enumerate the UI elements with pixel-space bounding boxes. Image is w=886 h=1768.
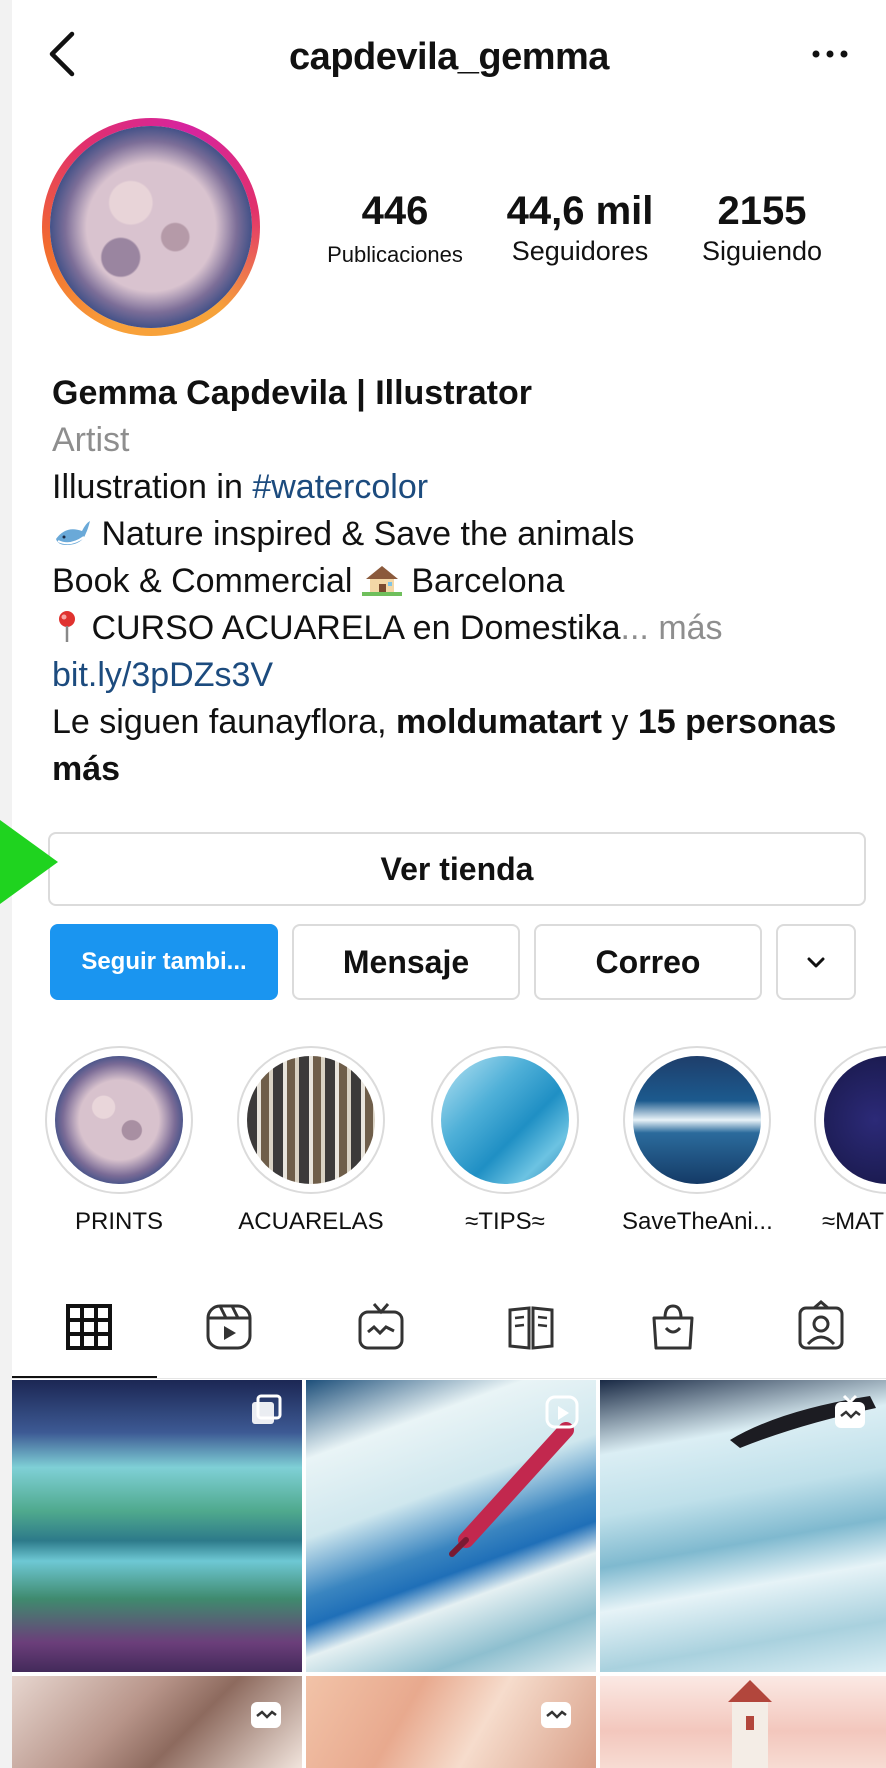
- hashtag-watercolor[interactable]: #watercolor: [252, 468, 428, 506]
- followed-by[interactable]: Le siguen faunayflora, moldumatart y 15 …: [52, 699, 872, 793]
- bio-line-3: Book & Commercial Barcelona: [52, 562, 565, 600]
- view-shop-button[interactable]: Ver tienda: [48, 832, 866, 906]
- shop-icon[interactable]: [646, 1300, 700, 1354]
- house-emoji-icon: [361, 566, 402, 596]
- highlight-savetheanimals-cover: [633, 1056, 761, 1184]
- suggested-accounts-button[interactable]: [776, 924, 856, 1000]
- following-label: Siguiendo: [701, 236, 823, 266]
- carousel-icon: [252, 1394, 282, 1424]
- stat-followers[interactable]: 44,6 mil Seguidores: [490, 188, 670, 267]
- highlight-label: SaveTheAni...: [622, 1208, 773, 1235]
- highlight-tips-cover: [441, 1056, 569, 1184]
- reels-icon[interactable]: [202, 1300, 256, 1354]
- highlight-materiales[interactable]: ≈MAT: [814, 1046, 886, 1236]
- whale-emoji-icon: [56, 521, 90, 545]
- profile-username: capdevila_gemma: [289, 36, 609, 78]
- bio-line-4: CURSO ACUARELA en Domestika... más: [52, 605, 872, 652]
- igtv-badge-icon: [251, 1702, 281, 1728]
- igtv-badge-icon: [541, 1702, 571, 1728]
- post-thumbnail[interactable]: [12, 1380, 302, 1672]
- profile-avatar[interactable]: [42, 118, 260, 336]
- bio-line-2: Nature inspired & Save the animals: [52, 511, 872, 558]
- highlight-materiales-cover: [824, 1056, 886, 1184]
- guides-icon[interactable]: [504, 1300, 558, 1354]
- post-thumbnail[interactable]: [306, 1380, 596, 1672]
- message-button[interactable]: Mensaje: [292, 924, 520, 1000]
- highlight-tips[interactable]: ≈TIPS≈: [430, 1046, 580, 1236]
- annotation-arrow: [0, 820, 58, 904]
- brush-pen-icon: [449, 1422, 574, 1557]
- followers-label: Seguidores: [511, 236, 649, 266]
- tab-divider: [12, 1378, 886, 1379]
- following-count: 2155: [717, 189, 807, 233]
- follow-back-button[interactable]: Seguir tambi...: [50, 924, 278, 1000]
- post-thumbnail[interactable]: [600, 1676, 886, 1768]
- email-button[interactable]: Correo: [534, 924, 762, 1000]
- reel-badge-icon: [545, 1395, 579, 1429]
- bio-more-link[interactable]: ... más: [621, 609, 723, 647]
- highlight-label: ACUARELAS: [238, 1208, 384, 1235]
- stat-following[interactable]: 2155 Siguiendo: [672, 188, 852, 267]
- more-options-icon[interactable]: [810, 44, 850, 64]
- followers-count: 44,6 mil: [506, 189, 654, 233]
- post-thumbnail[interactable]: [12, 1676, 302, 1768]
- avatar-moon-image: [50, 126, 252, 328]
- tower-illustration: [728, 1680, 772, 1768]
- highlight-prints[interactable]: PRINTS: [44, 1046, 194, 1236]
- grid-icon[interactable]: [62, 1300, 116, 1354]
- posts-label: Publicaciones: [327, 242, 463, 267]
- display-name: Gemma Capdevila | Illustrator: [52, 374, 533, 412]
- bio-link[interactable]: bit.ly/3pDZs3V: [52, 652, 872, 699]
- stat-posts[interactable]: 446 Publicaciones: [300, 188, 490, 268]
- highlight-acuarelas[interactable]: ACUARELAS: [236, 1046, 386, 1236]
- post-thumbnail[interactable]: [600, 1380, 886, 1672]
- pin-emoji-icon: [59, 611, 75, 642]
- highlight-label: PRINTS: [74, 1208, 163, 1235]
- igtv-badge-icon: [835, 1394, 865, 1428]
- highlight-savetheanimals[interactable]: SaveTheAni...: [622, 1046, 773, 1236]
- profile-category: Artist: [52, 421, 130, 459]
- chevron-down-icon: [807, 957, 825, 968]
- post-thumbnail[interactable]: [306, 1676, 596, 1768]
- tagged-icon[interactable]: [794, 1300, 848, 1354]
- bio-line-1: Illustration in #watercolor: [52, 468, 429, 506]
- highlight-label: ≈MAT: [822, 1208, 885, 1235]
- posts-count: 446: [361, 189, 429, 233]
- profile-bio: Gemma Capdevila | Illustrator Artist Ill…: [52, 370, 872, 793]
- highlight-label: ≈TIPS≈: [465, 1208, 545, 1235]
- profile-page: capdevila_gemma 446 Publicaciones 44,6 m…: [12, 0, 886, 1768]
- screen: capdevila_gemma 446 Publicaciones 44,6 m…: [0, 0, 886, 1768]
- highlight-prints-cover: [55, 1056, 183, 1184]
- highlight-acuarelas-cover: [247, 1056, 375, 1184]
- igtv-icon[interactable]: [354, 1300, 408, 1354]
